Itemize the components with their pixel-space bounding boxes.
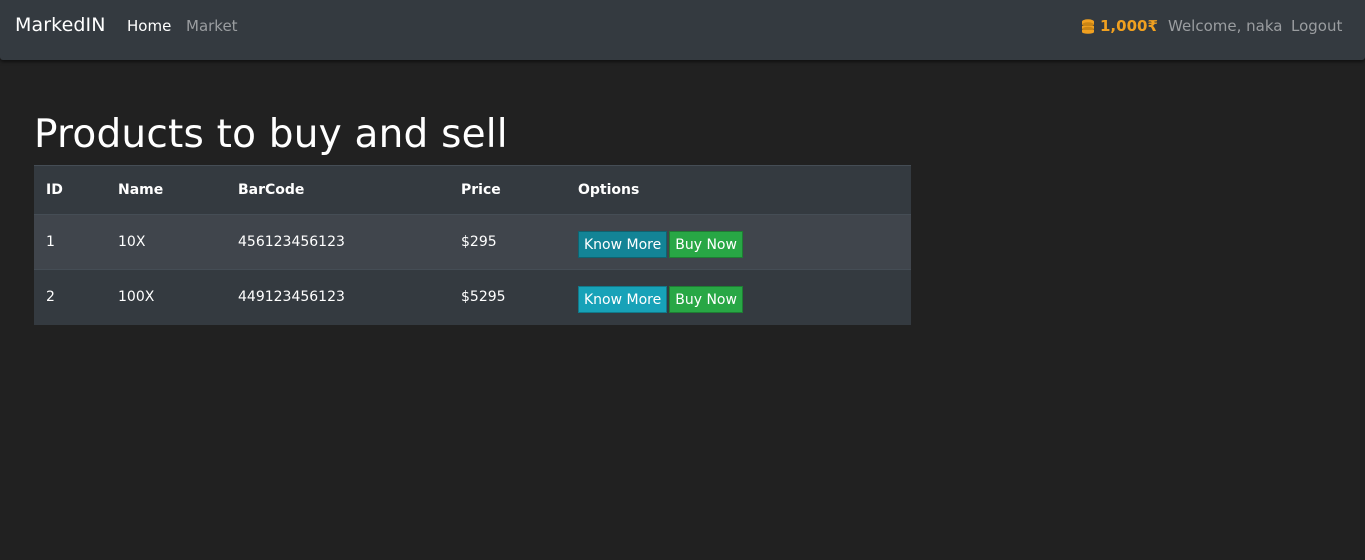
page-title: Products to buy and sell (34, 112, 508, 157)
cell-id: 2 (46, 289, 55, 306)
cell-options: Know More Buy Now (566, 270, 911, 325)
buy-now-button[interactable]: Buy Now (669, 230, 743, 258)
nav-market-link[interactable]: Market (186, 17, 238, 35)
cell-name: 100X (118, 289, 155, 306)
table-row: 2 100X 449123456123 $5295 Know More Buy N… (34, 269, 911, 325)
cell-id: 1 (46, 234, 55, 250)
column-header-name: Name (118, 182, 164, 198)
column-header-options: Options (578, 182, 640, 198)
budget-display: 1,000₹ (1080, 17, 1158, 35)
welcome-text: Welcome, naka (1168, 17, 1283, 35)
cell-price: $295 (461, 234, 497, 250)
navbar: MarkedIN Home Market 1,000₹ Welcome, nak… (0, 0, 1365, 60)
logout-link[interactable]: Logout (1291, 17, 1342, 35)
column-header-id: ID (46, 182, 63, 198)
cell-barcode: 456123456123 (238, 234, 345, 250)
cell-name: 10X (118, 234, 146, 250)
column-header-price: Price (461, 182, 501, 198)
cell-barcode: 449123456123 (238, 289, 345, 306)
table-header-row: ID Name BarCode Price Options (34, 165, 911, 215)
coins-icon (1082, 19, 1094, 34)
brand-link[interactable]: MarkedIN (15, 14, 106, 36)
budget-amount: 1,000₹ (1100, 17, 1158, 35)
column-header-barcode: BarCode (238, 182, 305, 198)
cell-price: $5295 (461, 289, 506, 306)
buy-now-button[interactable]: Buy Now (669, 285, 743, 313)
cell-options: Know More Buy Now (566, 215, 911, 270)
know-more-button[interactable]: Know More (578, 285, 668, 313)
table-row: 1 10X 456123456123 $295 Know More Buy Now (34, 214, 911, 270)
products-table: ID Name BarCode Price Options 1 10X 4561… (34, 165, 911, 325)
nav-home-link[interactable]: Home (127, 17, 171, 35)
know-more-button[interactable]: Know More (578, 230, 668, 258)
